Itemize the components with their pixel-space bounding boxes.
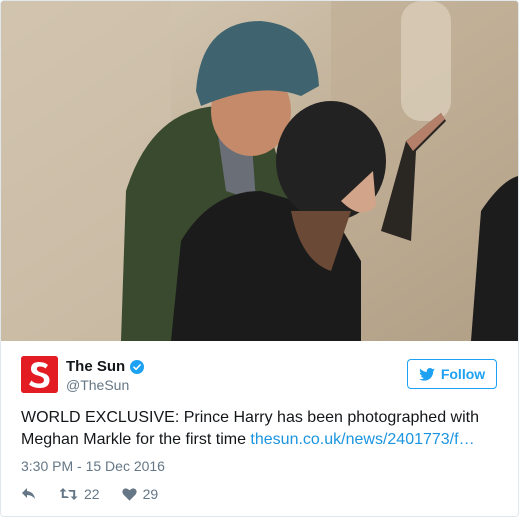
retweet-icon	[59, 488, 78, 500]
retweet-count: 22	[84, 486, 100, 502]
tweet-timestamp[interactable]: 3:30 PM - 15 Dec 2016	[21, 458, 165, 474]
reply-icon	[22, 488, 35, 499]
tweet-header: The Sun @TheSun Follow	[21, 354, 501, 398]
tweet-link[interactable]: thesun.co.uk/news/2401773/f…	[250, 431, 474, 448]
reply-button[interactable]	[21, 487, 37, 501]
account-avatar[interactable]	[21, 356, 58, 393]
follow-button-label: Follow	[440, 366, 486, 382]
account-name[interactable]: The Sun	[66, 358, 145, 375]
twitter-bird-icon	[419, 367, 435, 381]
tweet-photo[interactable]	[1, 1, 518, 341]
tweet-actions: 22 29	[21, 485, 180, 503]
follow-button[interactable]: Follow	[407, 359, 497, 389]
account-name-label: The Sun	[66, 358, 126, 375]
photo-illustration	[1, 1, 518, 341]
like-count: 29	[142, 486, 159, 502]
sun-logo-icon	[21, 356, 58, 393]
verified-badge-icon	[130, 359, 145, 374]
heart-icon	[121, 488, 137, 501]
like-button[interactable]: 29	[121, 486, 159, 502]
tweet-card: The Sun @TheSun Follow WORLD EXCLUSIVE: …	[0, 0, 519, 517]
account-handle[interactable]: @TheSun	[66, 377, 129, 393]
tweet-text: WORLD EXCLUSIVE: Prince Harry has been p…	[21, 407, 501, 451]
retweet-button[interactable]: 22	[59, 486, 100, 502]
